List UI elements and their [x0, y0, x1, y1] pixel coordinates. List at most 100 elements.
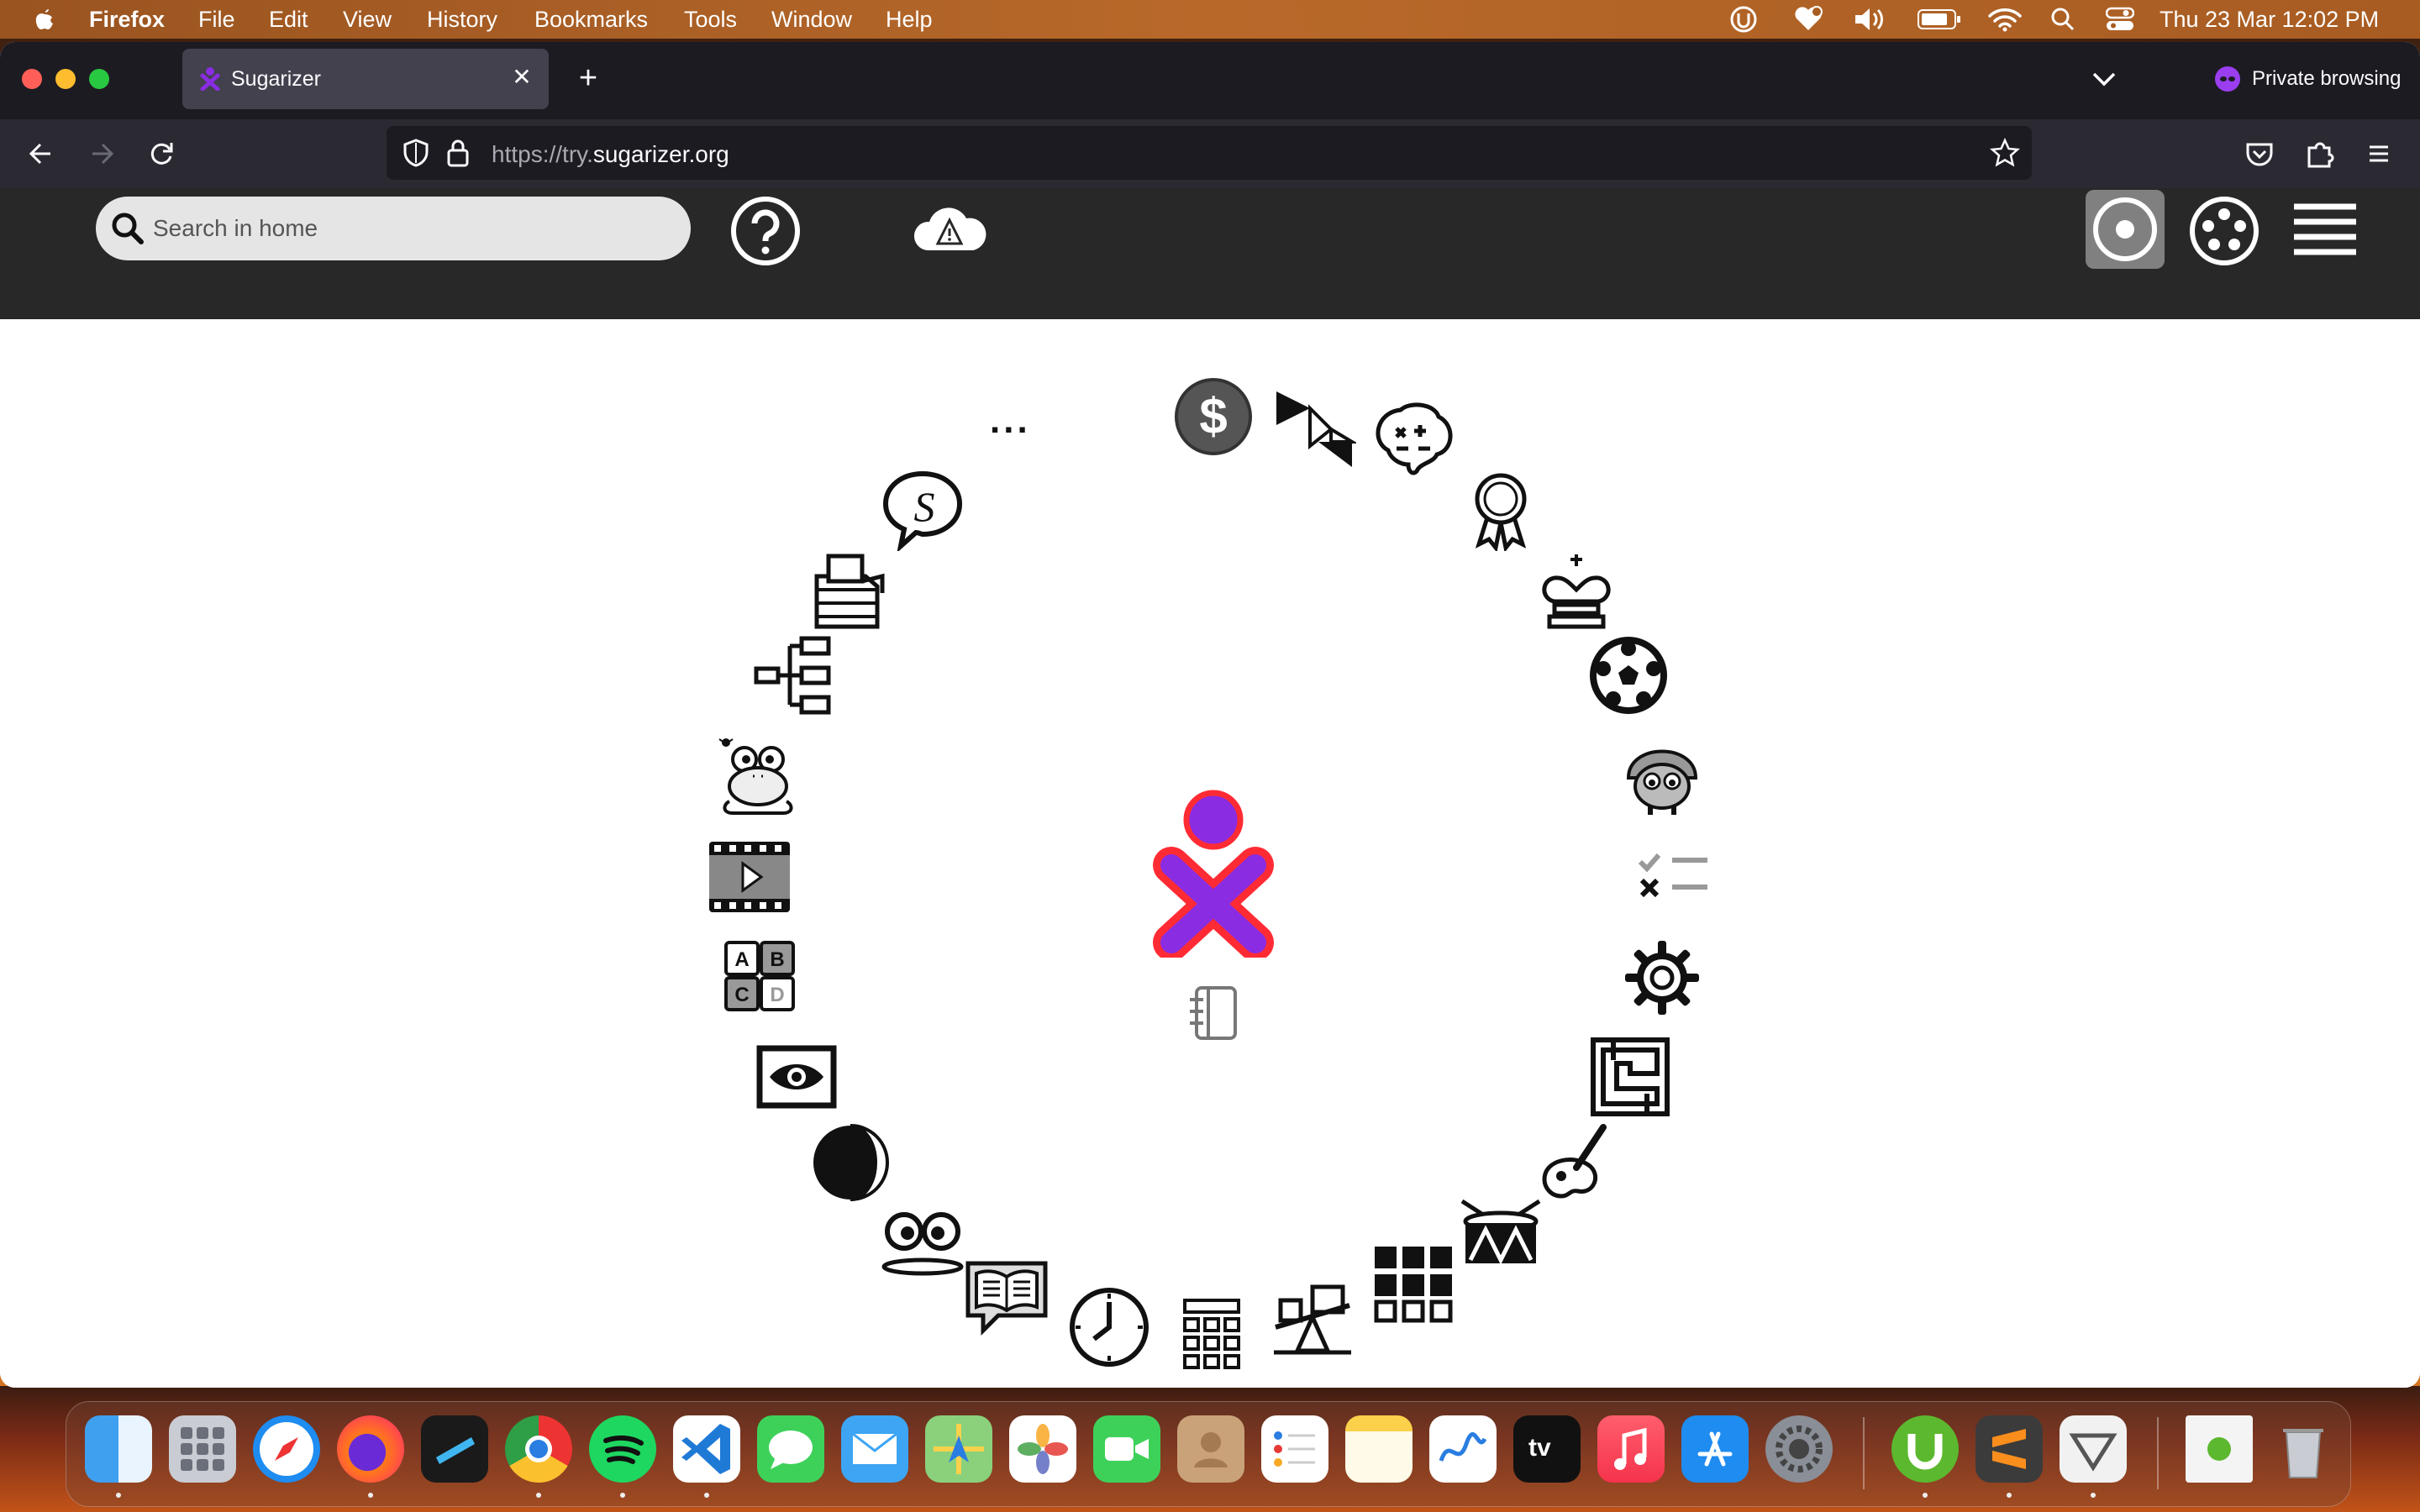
menu-file[interactable]: File	[198, 7, 235, 33]
quiz-icon[interactable]	[1634, 835, 1718, 919]
dock-maps-icon[interactable]	[925, 1415, 992, 1483]
dock-messages-icon[interactable]	[757, 1415, 824, 1483]
chess-icon[interactable]	[1534, 551, 1618, 635]
apple-menu-icon[interactable]	[30, 5, 59, 34]
battery-icon[interactable]	[1918, 8, 1961, 30]
dock-notchmeister-icon[interactable]	[421, 1415, 488, 1483]
menu-help[interactable]: Help	[886, 7, 933, 33]
drum-icon[interactable]	[1459, 1193, 1543, 1277]
menubar-clock[interactable]: Thu 23 Mar 12:02 PM	[2160, 7, 2379, 33]
clock-icon[interactable]	[1067, 1285, 1151, 1369]
blocks-grid-icon[interactable]	[1371, 1243, 1455, 1327]
menu-tools[interactable]: Tools	[684, 7, 737, 33]
frog-icon[interactable]	[716, 734, 800, 818]
math-brain-icon[interactable]	[1371, 400, 1455, 484]
utorrent-status-icon[interactable]	[1729, 5, 1758, 34]
close-tab-button[interactable]: ✕	[507, 62, 537, 92]
more-activities-ellipsis[interactable]: ...	[990, 400, 1031, 442]
dock-spotify-icon[interactable]	[589, 1415, 656, 1483]
dock-sublime-text-icon[interactable]	[1975, 1415, 2043, 1483]
dock-utorrent-icon[interactable]	[1891, 1415, 1959, 1483]
volume-icon[interactable]	[1854, 7, 1887, 32]
url-text[interactable]: https://try.sugarizer.org	[492, 141, 729, 168]
dock-system-settings-gear-icon[interactable]	[1765, 1415, 1833, 1483]
dock-preview-icon[interactable]	[2060, 1415, 2127, 1483]
settings-gear-icon[interactable]	[1620, 936, 1704, 1020]
dock-safari-compass-icon[interactable]	[253, 1415, 320, 1483]
journal-icon[interactable]	[1183, 981, 1245, 1043]
url-bar[interactable]: https://try.sugarizer.org	[387, 126, 2032, 180]
list-view-icon[interactable]	[2287, 197, 2363, 264]
money-icon[interactable]: $	[1171, 375, 1255, 459]
zoom-window-button[interactable]	[89, 69, 109, 89]
back-arrow-icon[interactable]	[20, 133, 62, 175]
new-tab-button[interactable]: +	[571, 62, 605, 96]
dock-music-icon[interactable]	[1597, 1415, 1665, 1483]
forward-arrow-icon[interactable]	[81, 133, 123, 175]
eye-icon[interactable]	[755, 1035, 839, 1119]
speech-s-icon[interactable]: S	[881, 467, 965, 551]
vpn-heart-icon[interactable]	[1793, 5, 1823, 34]
dock-finder-icon[interactable]	[85, 1415, 152, 1483]
dock-vscode-icon[interactable]	[673, 1415, 740, 1483]
mindmap-icon[interactable]	[753, 633, 837, 717]
dock-freeform-icon[interactable]	[1429, 1415, 1497, 1483]
hamburger-menu-icon[interactable]	[2358, 133, 2400, 175]
dock-torrent-file-icon[interactable]	[2186, 1415, 2253, 1483]
dock-chrome-icon[interactable]	[505, 1415, 572, 1483]
menu-edit[interactable]: Edit	[269, 7, 308, 33]
dock-firefox-icon[interactable]	[337, 1415, 404, 1483]
dock-photos-icon[interactable]	[1009, 1415, 1076, 1483]
paint-icon[interactable]	[1533, 1121, 1617, 1205]
dock-trash-icon[interactable]	[2270, 1415, 2337, 1483]
seesaw-icon[interactable]	[1270, 1275, 1355, 1359]
search-input[interactable]	[153, 205, 657, 252]
video-player-icon[interactable]	[708, 835, 792, 919]
dock-apple-tv-icon[interactable]: tv	[1513, 1415, 1581, 1483]
book-reader-icon[interactable]	[965, 1258, 1049, 1342]
favorites-view-button[interactable]	[2086, 190, 2165, 269]
offline-cloud-warning-icon[interactable]	[909, 200, 990, 259]
padlock-icon[interactable]	[445, 138, 471, 168]
dock-launchpad-icon[interactable]	[169, 1415, 236, 1483]
tab-sugarizer[interactable]: Sugarizer ✕	[182, 49, 549, 109]
list-view-ring-icon[interactable]	[2185, 192, 2264, 270]
award-icon[interactable]	[1459, 467, 1543, 551]
dock-mail-icon[interactable]	[841, 1415, 908, 1483]
list-all-tabs-chevron-icon[interactable]	[2087, 62, 2121, 96]
reload-icon[interactable]	[141, 133, 183, 175]
dock-facetime-icon[interactable]	[1093, 1415, 1160, 1483]
moon-icon[interactable]	[808, 1121, 892, 1205]
tracking-protection-shield-icon[interactable]	[402, 138, 430, 168]
bookmark-star-icon[interactable]	[1990, 138, 2020, 168]
records-stack-icon[interactable]	[808, 551, 892, 635]
speak-eyes-icon[interactable]	[881, 1200, 965, 1284]
wifi-icon[interactable]	[1988, 7, 2022, 32]
close-window-button[interactable]	[22, 69, 42, 89]
tangram-icon[interactable]	[1272, 383, 1356, 467]
xo-buddy-icon[interactable]	[1146, 790, 1281, 958]
soccer-ball-icon[interactable]	[1586, 633, 1670, 717]
dock-running-indicator	[2091, 1493, 2096, 1498]
calculator-icon[interactable]	[1170, 1295, 1254, 1379]
menu-window[interactable]: Window	[771, 7, 852, 33]
menu-app-name[interactable]: Firefox	[89, 7, 165, 33]
pocket-icon[interactable]	[2238, 133, 2281, 175]
menu-view[interactable]: View	[343, 7, 392, 33]
mushroom-character-icon[interactable]	[1620, 734, 1704, 818]
tab-title: Sugarizer	[231, 67, 321, 91]
dock-reminders-icon[interactable]	[1261, 1415, 1328, 1483]
menu-bookmarks[interactable]: Bookmarks	[534, 7, 648, 33]
minimize-window-button[interactable]	[55, 69, 76, 89]
dock-contacts-icon[interactable]	[1177, 1415, 1244, 1483]
dock-app-store-icon[interactable]	[1681, 1415, 1749, 1483]
maze-icon[interactable]	[1588, 1035, 1672, 1119]
dock-notes-icon[interactable]	[1345, 1415, 1413, 1483]
spotlight-search-icon[interactable]	[2050, 7, 2075, 32]
menu-history[interactable]: History	[427, 7, 497, 33]
control-center-icon[interactable]	[2106, 7, 2134, 32]
help-icon[interactable]	[728, 193, 803, 269]
abcd-icon[interactable]: A BC D	[719, 936, 803, 1020]
home-search-box[interactable]	[96, 197, 691, 260]
extensions-puzzle-icon[interactable]	[2299, 133, 2341, 175]
